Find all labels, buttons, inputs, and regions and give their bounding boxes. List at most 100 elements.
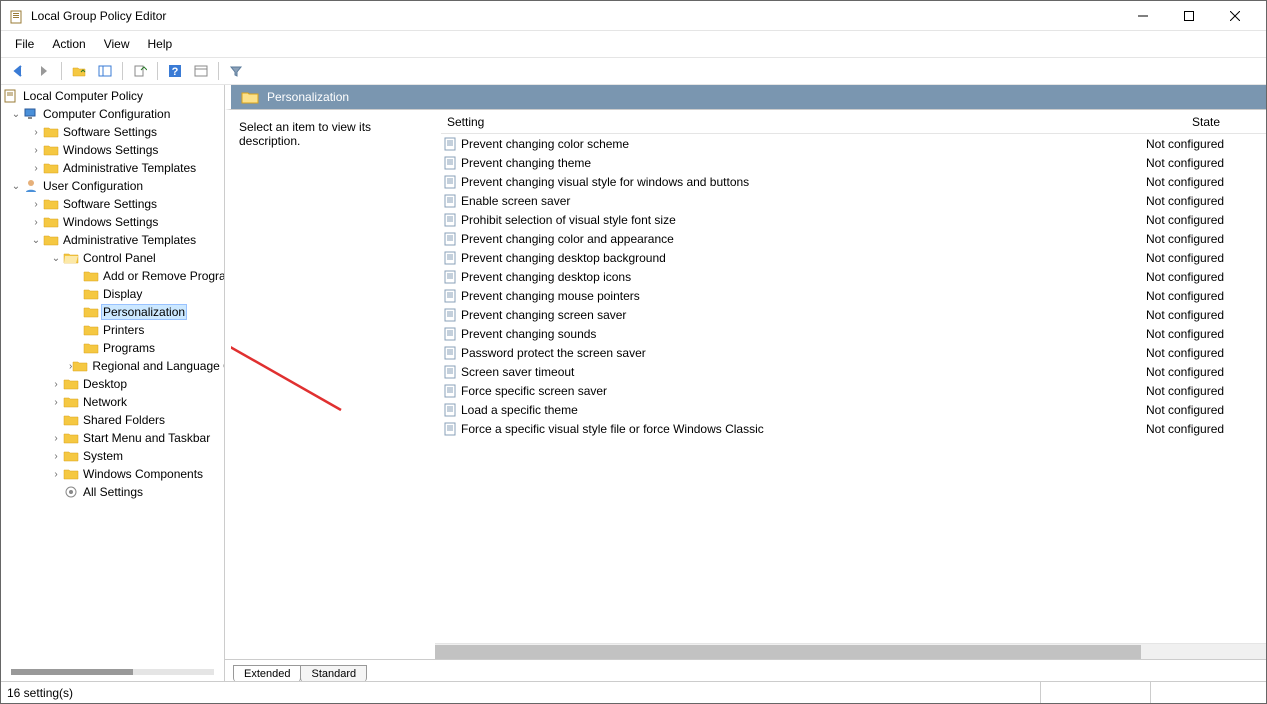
list-item[interactable]: Prevent changing visual style for window…: [441, 172, 1266, 191]
list-item[interactable]: Force a specific visual style file or fo…: [441, 419, 1266, 438]
chevron-right-icon[interactable]: ›: [49, 449, 63, 463]
tree-computer-config[interactable]: ⌄ Computer Configuration: [1, 105, 224, 123]
tree-control-panel[interactable]: ⌄ Control Panel: [1, 249, 224, 267]
policy-item-icon: [443, 212, 459, 228]
show-hide-tree-button[interactable]: [94, 60, 116, 82]
list-item[interactable]: Prevent changing color schemeNot configu…: [441, 134, 1266, 153]
chevron-right-icon[interactable]: ›: [49, 395, 63, 409]
menu-view[interactable]: View: [96, 34, 138, 54]
folder-icon: [43, 214, 59, 230]
tree-programs[interactable]: Programs: [1, 339, 224, 357]
tree-start-menu[interactable]: › Start Menu and Taskbar: [1, 429, 224, 447]
list-item[interactable]: Prevent changing desktop iconsNot config…: [441, 267, 1266, 286]
tree-admin-templates-user[interactable]: ⌄ Administrative Templates: [1, 231, 224, 249]
close-button[interactable]: [1212, 1, 1258, 31]
back-button[interactable]: [7, 60, 29, 82]
list-item[interactable]: Prohibit selection of visual style font …: [441, 210, 1266, 229]
menu-help[interactable]: Help: [140, 34, 181, 54]
setting-state: Not configured: [1146, 403, 1266, 417]
list-item[interactable]: Prevent changing themeNot configured: [441, 153, 1266, 172]
status-cell: [1150, 682, 1260, 703]
filter-button[interactable]: [225, 60, 247, 82]
tab-standard[interactable]: Standard: [300, 665, 367, 681]
tree-pane[interactable]: Local Computer Policy ⌄ Computer Configu…: [1, 85, 225, 681]
tree-display[interactable]: Display: [1, 285, 224, 303]
tree-label: User Configuration: [41, 179, 145, 193]
policy-item-icon: [443, 231, 459, 247]
tree-regional[interactable]: › Regional and Language Options: [1, 357, 224, 375]
setting-state: Not configured: [1146, 308, 1266, 322]
list-item[interactable]: Force specific screen saverNot configure…: [441, 381, 1266, 400]
chevron-right-icon[interactable]: ›: [29, 197, 43, 211]
tree-printers[interactable]: Printers: [1, 321, 224, 339]
setting-state: Not configured: [1146, 137, 1266, 151]
setting-name: Load a specific theme: [461, 403, 1146, 417]
list-item[interactable]: Enable screen saverNot configured: [441, 191, 1266, 210]
chevron-right-icon[interactable]: ›: [49, 377, 63, 391]
tree-desktop[interactable]: › Desktop: [1, 375, 224, 393]
chevron-right-icon[interactable]: ›: [29, 215, 43, 229]
column-setting[interactable]: Setting: [441, 115, 1146, 129]
tree-label: Printers: [101, 323, 146, 337]
list-item[interactable]: Password protect the screen saverNot con…: [441, 343, 1266, 362]
window-title: Local Group Policy Editor: [31, 9, 1120, 23]
tree-system[interactable]: › System: [1, 447, 224, 465]
minimize-button[interactable]: [1120, 1, 1166, 31]
chevron-right-icon[interactable]: ›: [49, 467, 63, 481]
tree-network[interactable]: › Network: [1, 393, 224, 411]
tab-extended[interactable]: Extended: [233, 665, 301, 681]
tree-hscrollbar[interactable]: [11, 669, 214, 675]
list-hscrollbar[interactable]: [435, 643, 1266, 659]
tree-add-remove[interactable]: Add or Remove Programs: [1, 267, 224, 285]
folder-icon: [83, 286, 99, 302]
tree-software-settings-user[interactable]: › Software Settings: [1, 195, 224, 213]
tree-all-settings[interactable]: All Settings: [1, 483, 224, 501]
tree-win-components[interactable]: › Windows Components: [1, 465, 224, 483]
menu-action[interactable]: Action: [44, 34, 93, 54]
setting-state: Not configured: [1146, 365, 1266, 379]
tree-windows-settings-user[interactable]: › Windows Settings: [1, 213, 224, 231]
setting-name: Screen saver timeout: [461, 365, 1146, 379]
properties-button[interactable]: [190, 60, 212, 82]
list-item[interactable]: Prevent changing screen saverNot configu…: [441, 305, 1266, 324]
tree-label: Administrative Templates: [61, 233, 198, 247]
setting-name: Prevent changing visual style for window…: [461, 175, 1146, 189]
forward-button[interactable]: [33, 60, 55, 82]
tree-admin-templates[interactable]: › Administrative Templates: [1, 159, 224, 177]
help-button[interactable]: ?: [164, 60, 186, 82]
list-header: Setting State: [441, 110, 1266, 134]
up-button[interactable]: [68, 60, 90, 82]
tree-software-settings[interactable]: › Software Settings: [1, 123, 224, 141]
settings-icon: [63, 484, 79, 500]
menu-file[interactable]: File: [7, 34, 42, 54]
setting-name: Prevent changing screen saver: [461, 308, 1146, 322]
list-item[interactable]: Prevent changing mouse pointersNot confi…: [441, 286, 1266, 305]
list-item[interactable]: Prevent changing color and appearanceNot…: [441, 229, 1266, 248]
tree-personalization[interactable]: Personalization: [1, 303, 224, 321]
folder-open-icon: [63, 250, 79, 266]
maximize-button[interactable]: [1166, 1, 1212, 31]
tree-root[interactable]: Local Computer Policy: [1, 87, 224, 105]
list-item[interactable]: Prevent changing soundsNot configured: [441, 324, 1266, 343]
app-window: Local Group Policy Editor File Action Vi…: [0, 0, 1267, 704]
list-item[interactable]: Prevent changing desktop backgroundNot c…: [441, 248, 1266, 267]
column-state[interactable]: State: [1146, 115, 1266, 129]
policy-item-icon: [443, 174, 459, 190]
chevron-right-icon[interactable]: ›: [49, 431, 63, 445]
list-item[interactable]: Screen saver timeoutNot configured: [441, 362, 1266, 381]
tree-shared-folders[interactable]: Shared Folders: [1, 411, 224, 429]
tree-user-config[interactable]: ⌄ User Configuration: [1, 177, 224, 195]
chevron-down-icon[interactable]: ⌄: [9, 107, 23, 121]
chevron-down-icon[interactable]: ⌄: [49, 251, 63, 265]
tree-label: Display: [101, 287, 144, 301]
chevron-right-icon[interactable]: ›: [29, 143, 43, 157]
chevron-down-icon[interactable]: ⌄: [9, 179, 23, 193]
list-item[interactable]: Load a specific themeNot configured: [441, 400, 1266, 419]
tree-windows-settings[interactable]: › Windows Settings: [1, 141, 224, 159]
policy-item-icon: [443, 402, 459, 418]
export-button[interactable]: [129, 60, 151, 82]
policy-item-icon: [443, 288, 459, 304]
chevron-right-icon[interactable]: ›: [29, 161, 43, 175]
chevron-right-icon[interactable]: ›: [29, 125, 43, 139]
chevron-down-icon[interactable]: ⌄: [29, 233, 43, 247]
